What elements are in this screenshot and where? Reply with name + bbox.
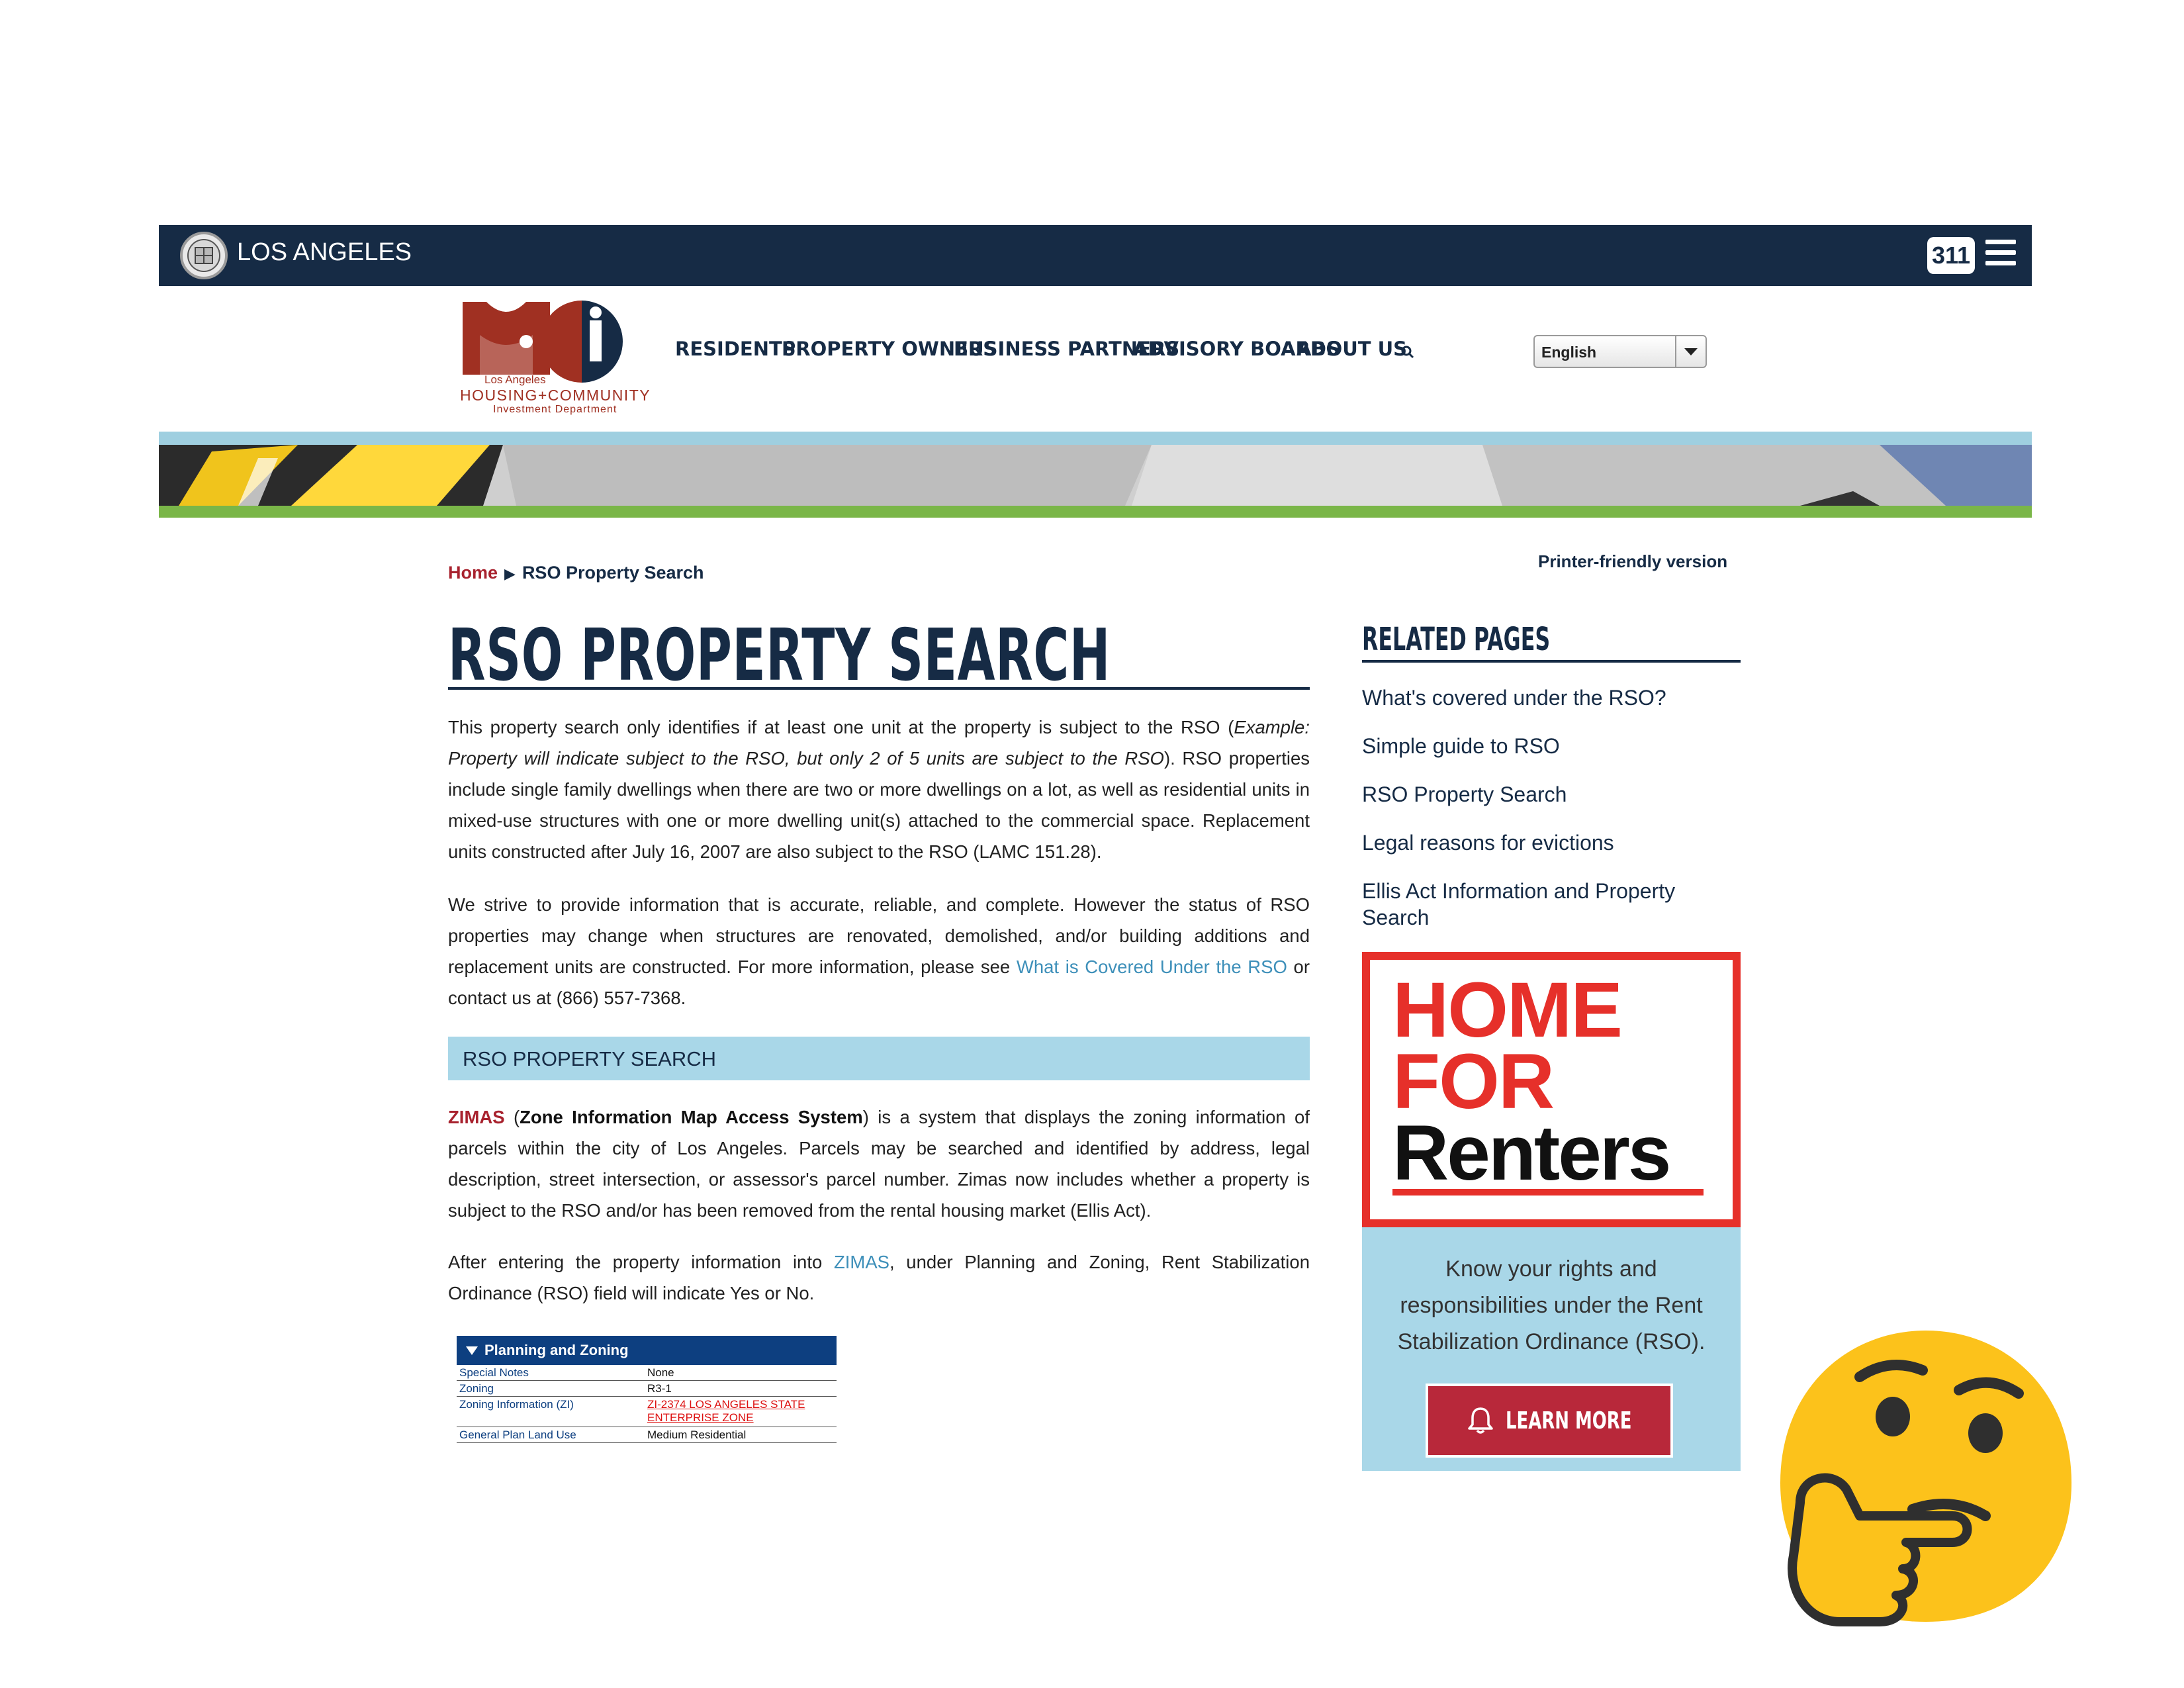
- logo-text-housing: HOUSING+COMMUNITY: [460, 387, 651, 404]
- promo-text: Know your rights and responsibilities un…: [1397, 1256, 1706, 1354]
- promo-word-for: FOR: [1392, 1038, 1555, 1125]
- thinking-face-icon: [1780, 1331, 2071, 1626]
- page-title: RSO PROPERTY SEARCH: [448, 614, 1111, 697]
- city-name[interactable]: LOS ANGELES: [237, 238, 412, 267]
- bell-icon: [1468, 1407, 1493, 1434]
- promo-info-box: Know your rights and responsibilities un…: [1362, 1227, 1741, 1471]
- zimas-row: Zoning R3-1: [457, 1381, 837, 1397]
- related-pages-divider: [1362, 660, 1741, 663]
- main-nav: RESIDENTS PROPERTY OWNERS BUSINESS PARTN…: [675, 338, 1407, 360]
- language-value: English: [1541, 344, 1597, 361]
- section-heading-bar: RSO PROPERTY SEARCH: [448, 1037, 1310, 1080]
- related-link-property-search[interactable]: RSO Property Search: [1362, 781, 1733, 808]
- rso-coverage-link[interactable]: What is Covered Under the RSO: [1017, 957, 1287, 977]
- printer-friendly-link[interactable]: Printer-friendly version: [1538, 551, 1727, 572]
- zimas-row: Zoning Information (ZI) ZI-2374 LOS ANGEL…: [457, 1397, 837, 1427]
- learn-more-label: LEARN MORE: [1506, 1407, 1632, 1434]
- related-link-ellis-act[interactable]: Ellis Act Information and Property Searc…: [1362, 878, 1706, 931]
- related-pages-title: RELATED PAGES: [1362, 621, 1551, 658]
- nav-residents[interactable]: RESIDENTS: [675, 338, 796, 360]
- breadcrumb: Home ▶ RSO Property Search: [448, 563, 704, 583]
- triangle-down-icon: [466, 1346, 478, 1355]
- zimas-inline-link[interactable]: ZIMAS: [834, 1252, 889, 1272]
- search-icon[interactable]: [1400, 344, 1416, 360]
- related-link-evictions[interactable]: Legal reasons for evictions: [1362, 829, 1733, 856]
- zimas-instructions-paragraph: After entering the property information …: [448, 1252, 1310, 1303]
- promo-underline: [1392, 1189, 1704, 1196]
- zimas-row: General Plan Land Use Medium Residential: [457, 1427, 837, 1443]
- city-seal-icon[interactable]: [180, 232, 228, 279]
- related-link-covered[interactable]: What's covered under the RSO?: [1362, 684, 1733, 711]
- section-heading: RSO PROPERTY SEARCH: [463, 1047, 717, 1070]
- home-for-renters-promo[interactable]: HOME FOR Renters: [1362, 952, 1741, 1227]
- breadcrumb-home[interactable]: Home: [448, 563, 498, 583]
- related-link-simple-guide[interactable]: Simple guide to RSO: [1362, 733, 1733, 759]
- logo-text-la: Los Angeles: [484, 373, 546, 386]
- accuracy-paragraph: We strive to provide information that is…: [448, 894, 1310, 1008]
- header-banner-image: [159, 432, 2032, 518]
- title-divider: [448, 687, 1310, 690]
- zimas-row: Special Notes None: [457, 1365, 837, 1381]
- city-bar: LOS ANGELES 311: [159, 225, 2032, 286]
- zimas-link[interactable]: ZIMAS: [448, 1107, 505, 1127]
- language-select[interactable]: English: [1533, 335, 1707, 368]
- intro-paragraph: This property search only identifies if …: [448, 717, 1310, 862]
- hamburger-menu-icon[interactable]: [1985, 240, 2016, 271]
- breadcrumb-current: RSO Property Search: [522, 563, 704, 583]
- zimas-preview-header: Planning and Zoning: [457, 1336, 837, 1365]
- logo-text-department: Investment Department: [493, 404, 617, 415]
- learn-more-button[interactable]: LEARN MORE: [1426, 1383, 1673, 1458]
- 311-button[interactable]: 311: [1927, 237, 1975, 274]
- breadcrumb-separator-icon: ▶: [504, 565, 516, 582]
- promo-word-renters: Renters: [1392, 1109, 1671, 1197]
- promo-word-home: HOME: [1392, 966, 1623, 1054]
- chevron-down-icon[interactable]: [1675, 336, 1706, 367]
- department-header: Los Angeles HOUSING+COMMUNITY Investment…: [159, 286, 2032, 432]
- zimas-paragraph: ZIMAS (Zone Information Map Access Syste…: [448, 1107, 1310, 1221]
- zimas-preview-image: Planning and Zoning Special Notes None Zo…: [457, 1336, 837, 1452]
- nav-about-us[interactable]: ABOUT US: [1297, 338, 1407, 360]
